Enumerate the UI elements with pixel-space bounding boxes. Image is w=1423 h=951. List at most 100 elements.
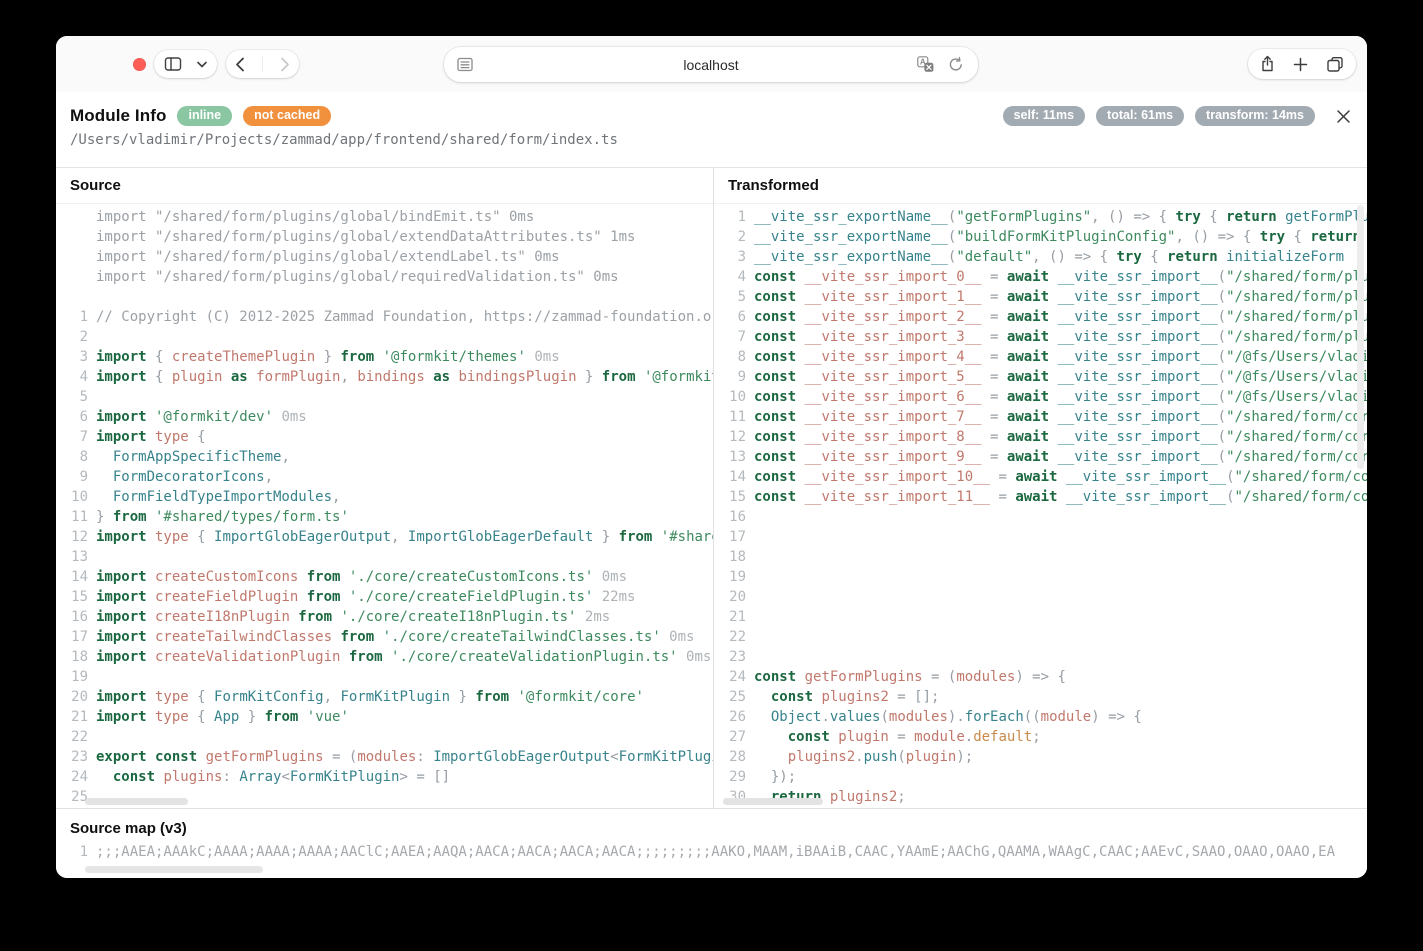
line-number: 7 <box>720 327 746 347</box>
share-icon[interactable] <box>1260 55 1275 73</box>
code-text: const plugin = module.default; <box>754 727 1041 747</box>
reload-icon[interactable] <box>948 56 964 73</box>
source-code[interactable]: import "/shared/form/plugins/global/bind… <box>56 204 713 808</box>
line-number: 10 <box>62 487 88 507</box>
translate-icon[interactable]: A <box>917 56 934 73</box>
code-line: 16 <box>720 507 1367 527</box>
line-number: 29 <box>720 767 746 787</box>
code-line: import "/shared/form/plugins/global/exte… <box>62 227 713 247</box>
code-text: const __vite_ssr_import_6__ = await __vi… <box>754 387 1367 407</box>
code-line: import "/shared/form/plugins/global/exte… <box>62 247 713 267</box>
code-text: const __vite_ssr_import_0__ = await __vi… <box>754 267 1367 287</box>
code-text: import "/shared/form/plugins/global/requ… <box>96 267 619 287</box>
code-line: 11} from '#shared/types/form.ts' <box>62 507 713 527</box>
line-number: 1 <box>62 307 88 327</box>
line-number: 7 <box>62 427 88 447</box>
line-number: 2 <box>720 227 746 247</box>
code-text: import "/shared/form/plugins/global/exte… <box>96 227 635 247</box>
code-line: 18 <box>720 547 1367 567</box>
code-line: 8 FormAppSpecificTheme, <box>62 447 713 467</box>
code-line: 7const __vite_ssr_import_3__ = await __v… <box>720 327 1367 347</box>
sourcemap-mappings: ;;;AAEA;AAAkC;AAAA;AAAA;AAAA;AAClC;AAEA;… <box>96 843 1335 861</box>
code-line: 16import createI18nPlugin from './core/c… <box>62 607 713 627</box>
sidebar-button-group[interactable] <box>154 50 217 78</box>
code-line: 12const __vite_ssr_import_8__ = await __… <box>720 427 1367 447</box>
line-number <box>62 207 88 227</box>
code-line: 10const __vite_ssr_import_6__ = await __… <box>720 387 1367 407</box>
line-number: 13 <box>62 547 88 567</box>
code-line: 25 const plugins2 = []; <box>720 687 1367 707</box>
code-text: const __vite_ssr_import_11__ = await __v… <box>754 487 1367 507</box>
transformed-code[interactable]: 1 __vite_ssr_exportName__("getFormPlugins… <box>714 204 1367 808</box>
line-number: 11 <box>62 507 88 527</box>
browser-toolbar: localhost A <box>56 36 1367 92</box>
code-line: 22 <box>62 727 713 747</box>
page-title: Module Info <box>70 106 166 126</box>
code-line: 7 import type { <box>62 427 713 447</box>
code-line: 1// Copyright (C) 2012-2025 Zammad Found… <box>62 307 713 327</box>
timing-badge-total: total: 61ms <box>1096 106 1184 126</box>
line-number: 24 <box>62 767 88 787</box>
code-text: import { createThemePlugin } from '@form… <box>96 347 560 367</box>
address-bar[interactable]: localhost A <box>444 47 978 82</box>
code-text: const __vite_ssr_import_5__ = await __vi… <box>754 367 1367 387</box>
code-text: const getFormPlugins = (modules) => { <box>754 667 1066 687</box>
code-text: import type { App } from 'vue' <box>96 707 349 727</box>
code-text: FormFieldTypeImportModules, <box>96 487 340 507</box>
code-line: 2 <box>62 327 713 347</box>
line-number: 4 <box>62 367 88 387</box>
chevron-down-icon[interactable] <box>197 61 207 68</box>
line-number: 16 <box>62 607 88 627</box>
line-number: 8 <box>720 347 746 367</box>
code-text: import createCustomIcons from './core/cr… <box>96 567 627 587</box>
line-number: 5 <box>720 287 746 307</box>
code-text: __vite_ssr_exportName__("getFormPlugins"… <box>754 207 1367 227</box>
line-number: 12 <box>62 527 88 547</box>
code-text: import "/shared/form/plugins/global/bind… <box>96 207 534 227</box>
line-number: 17 <box>720 527 746 547</box>
toolbar-right-group <box>1248 49 1356 79</box>
sourcemap-horizontal-scrollbar[interactable] <box>85 866 263 873</box>
line-number: 2 <box>62 327 88 347</box>
code-line: 17 <box>720 527 1367 547</box>
line-number: 19 <box>720 567 746 587</box>
forward-button[interactable] <box>280 57 290 72</box>
transformed-horizontal-scrollbar[interactable] <box>723 798 823 805</box>
code-line: 20 <box>720 587 1367 607</box>
code-line: 21 <box>720 607 1367 627</box>
traffic-light-close[interactable] <box>133 58 146 71</box>
code-line <box>62 287 713 307</box>
plus-icon[interactable] <box>1293 57 1308 72</box>
code-text: const plugins: Array<FormKitPlugin> = [] <box>96 767 450 787</box>
code-text: const __vite_ssr_import_8__ = await __vi… <box>754 427 1367 447</box>
line-number: 27 <box>720 727 746 747</box>
timing-badge-transform: transform: 14ms <box>1195 106 1315 126</box>
line-number: 1 <box>720 207 746 227</box>
code-line: 8const __vite_ssr_import_4__ = await __v… <box>720 347 1367 367</box>
back-button[interactable] <box>235 57 245 72</box>
code-line: import "/shared/form/plugins/global/bind… <box>62 207 713 227</box>
module-info-header: Module Info inline not cached self: 11ms… <box>56 92 1367 167</box>
line-number: 21 <box>720 607 746 627</box>
source-horizontal-scrollbar[interactable] <box>85 798 188 805</box>
timing-badge-self: self: 11ms <box>1003 106 1085 126</box>
code-text: const __vite_ssr_import_7__ = await __vi… <box>754 407 1367 427</box>
line-number: 9 <box>720 367 746 387</box>
tabs-icon[interactable] <box>1326 56 1344 73</box>
code-line: 19 <box>62 667 713 687</box>
line-number: 16 <box>720 507 746 527</box>
code-text: const __vite_ssr_import_10__ = await __v… <box>754 467 1367 487</box>
url-text[interactable]: localhost <box>444 47 978 82</box>
code-text: import type { <box>96 427 206 447</box>
code-line: 6const __vite_ssr_import_2__ = await __v… <box>720 307 1367 327</box>
code-text: }); <box>754 767 796 787</box>
code-text: __vite_ssr_exportName__("default", () =>… <box>754 247 1344 267</box>
sidebar-toggle-icon[interactable] <box>164 56 182 72</box>
transformed-pane-title: Transformed <box>714 168 1367 204</box>
transformed-vertical-scrollbar[interactable] <box>1357 205 1364 469</box>
code-line: 5 <box>62 387 713 407</box>
code-line: 22 <box>720 627 1367 647</box>
code-text: import '@formkit/dev' 0ms <box>96 407 307 427</box>
code-line: import "/shared/form/plugins/global/requ… <box>62 267 713 287</box>
close-icon[interactable] <box>1336 109 1351 124</box>
